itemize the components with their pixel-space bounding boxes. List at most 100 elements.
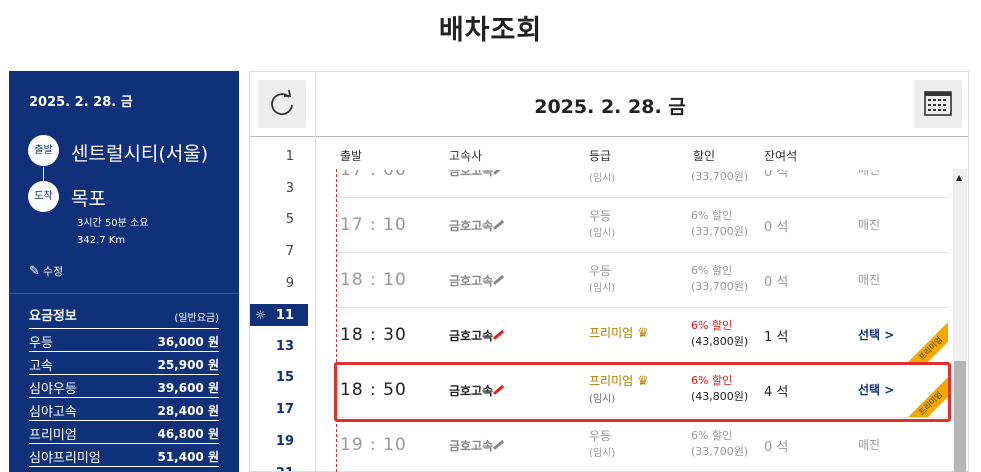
- discount-rate: 6% 할인: [691, 209, 733, 222]
- row-seats: 0 석: [764, 220, 789, 235]
- hour-item[interactable]: 15: [250, 367, 308, 389]
- row-discount: 6% 할인 (43,800원): [691, 318, 748, 350]
- select-button[interactable]: 선택 >: [858, 326, 894, 343]
- row-status: 매진: [858, 170, 881, 177]
- fare-row: 심야고속 28,400 원: [29, 398, 219, 421]
- hour-item[interactable]: 19: [250, 431, 308, 453]
- fare-row: 고속 25,900 원: [29, 352, 219, 375]
- discount-price: (33,700원): [691, 225, 749, 238]
- company-name: 금호고속: [449, 439, 494, 453]
- company-logo-icon: [493, 170, 505, 175]
- company-logo-icon: [493, 274, 505, 285]
- hour-item[interactable]: 3: [250, 178, 308, 200]
- fare-name: 고속: [29, 359, 53, 374]
- hour-item[interactable]: 5: [250, 209, 308, 231]
- hour-item[interactable]: 1: [250, 146, 308, 168]
- crown-icon: ♛: [637, 326, 649, 341]
- table-row: 17 : 00 금호고속 (임시) (33,700원) 0 석 매진: [334, 170, 948, 198]
- departure-terminal: 센트럴시티(서울): [71, 143, 209, 165]
- hour-item[interactable]: 17: [250, 399, 308, 421]
- row-grade: (임시): [589, 170, 615, 187]
- arrival-badge: 도착: [28, 181, 59, 212]
- edit-button[interactable]: ✎ 수정: [29, 263, 63, 279]
- scroll-up-icon[interactable]: ▲: [956, 173, 962, 182]
- grade-sub: (임시): [589, 173, 616, 184]
- fare-price: 28,400 원: [157, 404, 219, 418]
- fare-row: 프리미엄 46,800 원: [29, 421, 219, 444]
- scrollbar-thumb[interactable]: [954, 361, 966, 472]
- list-scrollbar[interactable]: ▲: [953, 169, 967, 472]
- hour-selector: 1 3 5 7 9 ☼ 11 13 15 17 19 21: [250, 138, 315, 471]
- hour-item[interactable]: 13: [250, 336, 308, 358]
- row-seats: 0 석: [764, 440, 789, 455]
- row-status: 매진: [858, 218, 881, 232]
- grade-name: 우등: [589, 209, 612, 223]
- row-discount: (33,700원): [691, 170, 748, 185]
- fare-row: 심야프리미엄 51,400 원: [29, 444, 219, 467]
- fare-subtitle: (일반요금): [174, 313, 219, 324]
- fare-name: 우등: [29, 336, 53, 351]
- fare-price: 36,000 원: [157, 335, 219, 349]
- hour-label: 11: [275, 308, 294, 323]
- summary-date: 2025. 2. 28. 금: [29, 95, 133, 110]
- fare-name: 프리미엄: [29, 428, 77, 443]
- row-grade: 우등 (임시): [589, 263, 615, 297]
- grade-name: 우등: [589, 264, 612, 278]
- fare-price: 25,900 원: [157, 358, 219, 372]
- discount-price: (33,700원): [691, 445, 749, 458]
- trip-distance: 342.7 Km: [77, 235, 126, 246]
- hour-item[interactable]: 7: [250, 241, 308, 263]
- grade-name: 프리미엄: [589, 326, 634, 340]
- row-grade: 프리미엄 ♛: [589, 325, 649, 342]
- table-row: 19 : 10 금호고속 우등 (임시) 6% 할인 (33,700원) 0 석 매…: [334, 418, 948, 471]
- col-departure: 출발: [340, 149, 363, 163]
- schedule-toolbar: 2025. 2. 28. 금: [250, 72, 968, 137]
- discount-price: (43,800원): [691, 335, 749, 348]
- edit-label: 수정: [42, 265, 64, 278]
- ribbon-label: 프리미엄: [908, 322, 948, 362]
- row-discount: 6% 할인 (33,700원): [691, 263, 748, 295]
- company-name: 금호고속: [449, 274, 494, 288]
- discount-price: (33,700원): [691, 170, 749, 183]
- grade-sub: (임시): [589, 228, 616, 239]
- row-seats: 1 석: [764, 330, 789, 345]
- fare-price: 46,800 원: [157, 427, 219, 441]
- row-status: 매진: [858, 273, 881, 287]
- fare-title: 요금정보: [29, 309, 77, 324]
- calendar-button[interactable]: [914, 80, 962, 128]
- dashed-guide: [336, 169, 337, 472]
- hour-item-active[interactable]: ☼ 11: [250, 304, 308, 326]
- fare-price: 51,400 원: [157, 450, 219, 464]
- table-header: 출발 고속사 등급 할인 잔여석: [316, 138, 968, 170]
- row-time: 17 : 00: [340, 170, 407, 180]
- trip-duration: 3시간 50분 소요: [77, 218, 149, 229]
- col-company: 고속사: [449, 149, 483, 163]
- company-logo-icon: [493, 439, 505, 450]
- company-name: 금호고속: [449, 329, 494, 343]
- table-row[interactable]: 18 : 30 금호고속 프리미엄 ♛ 6% 할인 (43,800원) 1 석 선…: [334, 308, 948, 363]
- hour-item[interactable]: 9: [250, 273, 308, 295]
- row-time: 17 : 10: [340, 215, 407, 235]
- grade-sub: (임시): [589, 448, 616, 459]
- fare-name: 심야프리미엄: [29, 451, 101, 466]
- schedule-date: 2025. 2. 28. 금: [534, 96, 686, 118]
- col-discount: 할인: [693, 149, 716, 163]
- company-name: 금호고속: [449, 170, 494, 178]
- row-discount: 6% 할인 (33,700원): [691, 428, 748, 460]
- company-name: 금호고속: [449, 219, 494, 233]
- fare-row: 심야우등 39,600 원: [29, 375, 219, 398]
- fare-price: 39,600 원: [157, 381, 219, 395]
- table-row: 17 : 10 금호고속 우등 (임시) 6% 할인 (33,700원) 0 석 매…: [334, 198, 948, 253]
- row-company: 금호고속: [449, 327, 505, 344]
- divider: [9, 293, 239, 294]
- row-time: 19 : 10: [340, 435, 407, 455]
- company-logo-icon: [493, 219, 505, 230]
- fare-name: 심야고속: [29, 405, 77, 420]
- premium-ribbon: 프리미엄: [908, 322, 948, 362]
- discount-rate: 6% 할인: [691, 264, 733, 277]
- selected-row-highlight: [334, 362, 951, 422]
- row-seats: 0 석: [764, 275, 789, 290]
- sun-icon: ☼: [255, 308, 266, 322]
- col-grade: 등급: [589, 149, 612, 163]
- hour-item[interactable]: 21: [250, 463, 308, 471]
